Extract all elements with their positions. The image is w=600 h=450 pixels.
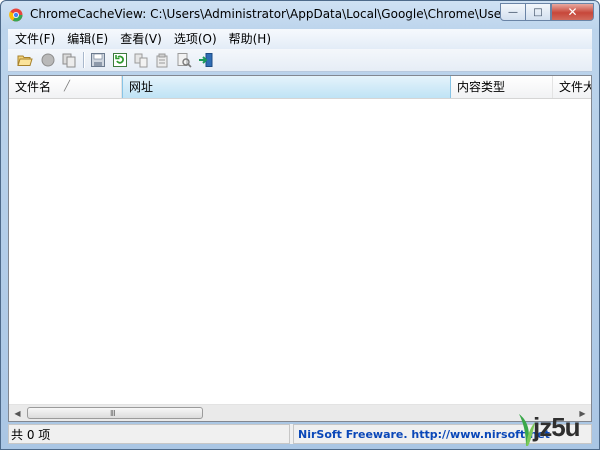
cache-list-view[interactable]: 文件名 ╱ 网址 内容类型 文件大 ◀ Ⅲ ▶ [8,75,592,422]
menu-help[interactable]: 帮助(H) [223,29,277,49]
scrollbar-grip-icon: Ⅲ [110,409,115,418]
column-header-label: 文件大 [559,80,592,94]
menu-view[interactable]: 查看(V) [114,29,168,49]
maximize-button[interactable]: □ [526,3,551,21]
item-count: 共 0 项 [8,424,290,444]
maximize-icon: □ [533,6,543,18]
scroll-left-icon[interactable]: ◀ [9,405,26,421]
title-bar[interactable]: ChromeCacheView: C:\Users\Administrator\… [1,1,599,29]
save-icon[interactable] [90,52,106,68]
site-watermark-logo: jz5u [513,410,595,448]
close-button[interactable]: ✕ [551,3,594,21]
open-folder-icon[interactable] [17,52,33,68]
stop-icon[interactable] [40,52,56,68]
watermark-text: jz5u [533,412,581,442]
column-header-label: 网址 [129,80,154,94]
properties-icon[interactable] [154,52,170,68]
copy-icon[interactable] [133,52,149,68]
horizontal-scrollbar[interactable]: ◀ Ⅲ ▶ [9,404,591,421]
column-header-label: 内容类型 [457,80,506,94]
menu-bar: 文件(F) 编辑(E) 查看(V) 选项(O) 帮助(H) [8,29,592,49]
column-header-url[interactable]: 网址 [122,76,451,98]
column-header-label: 文件名 [15,80,52,94]
toolbar [8,49,592,72]
column-header-file-size[interactable]: 文件大 [553,76,592,98]
chromecacheview-app-icon [9,8,23,22]
menu-options[interactable]: 选项(O) [168,29,223,49]
scrollbar-thumb[interactable]: Ⅲ [27,407,203,419]
minimize-button[interactable]: — [500,3,526,21]
exit-icon[interactable] [198,52,214,68]
status-bar: 共 0 项 NirSoft Freeware. http://www.nirso… [8,424,592,444]
column-header-filename[interactable]: 文件名 ╱ [9,76,122,98]
window-title: ChromeCacheView: C:\Users\Administrator\… [30,7,500,21]
find-icon[interactable] [176,52,192,68]
sort-indicator-icon: ╱ [64,81,71,92]
list-header: 文件名 ╱ 网址 内容类型 文件大 [9,76,592,99]
menu-file[interactable]: 文件(F) [8,29,61,49]
minimize-icon: — [508,6,518,18]
toolbar-separator [83,52,85,68]
menu-edit[interactable]: 编辑(E) [61,29,114,49]
refresh-icon[interactable] [112,52,128,68]
close-icon: ✕ [567,5,578,19]
column-header-content-type[interactable]: 内容类型 [451,76,553,98]
app-window: ChromeCacheView: C:\Users\Administrator\… [0,0,600,450]
copy-files-icon[interactable] [61,52,77,68]
